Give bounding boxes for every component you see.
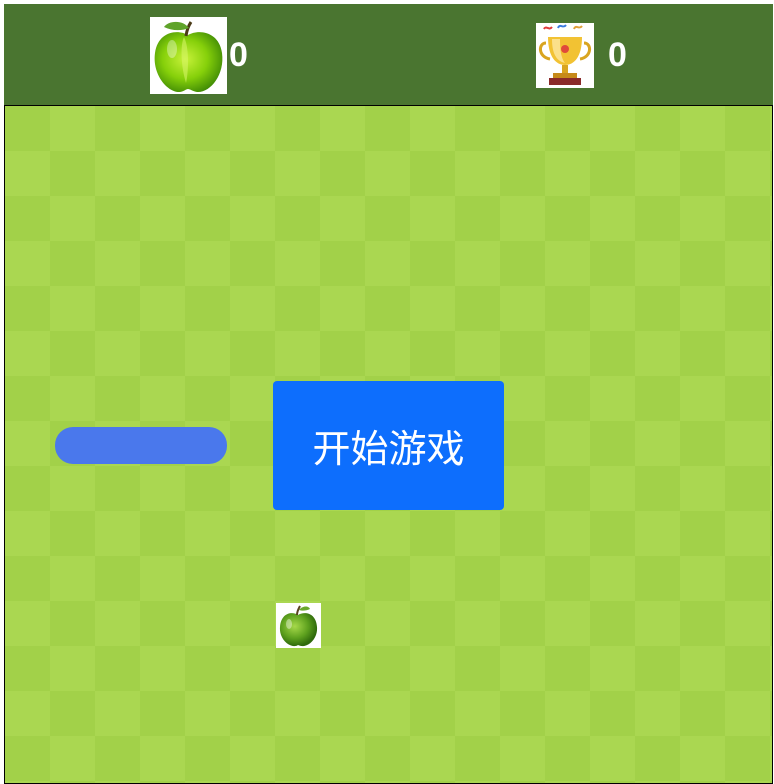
- apple-score: 0: [150, 17, 248, 94]
- apple-score-value: 0: [229, 36, 248, 74]
- green-apple-icon: [150, 17, 227, 94]
- game-board[interactable]: 开始游戏: [4, 105, 773, 784]
- high-score: 0: [536, 23, 627, 88]
- score-header: 0 0: [4, 4, 773, 105]
- snake: [55, 427, 227, 464]
- high-score-value: 0: [608, 36, 627, 74]
- trophy-icon: [536, 23, 594, 88]
- snake-game: 0 0 开始游戏: [4, 4, 773, 784]
- start-game-button[interactable]: 开始游戏: [273, 381, 504, 510]
- apple-food-icon: [276, 603, 321, 648]
